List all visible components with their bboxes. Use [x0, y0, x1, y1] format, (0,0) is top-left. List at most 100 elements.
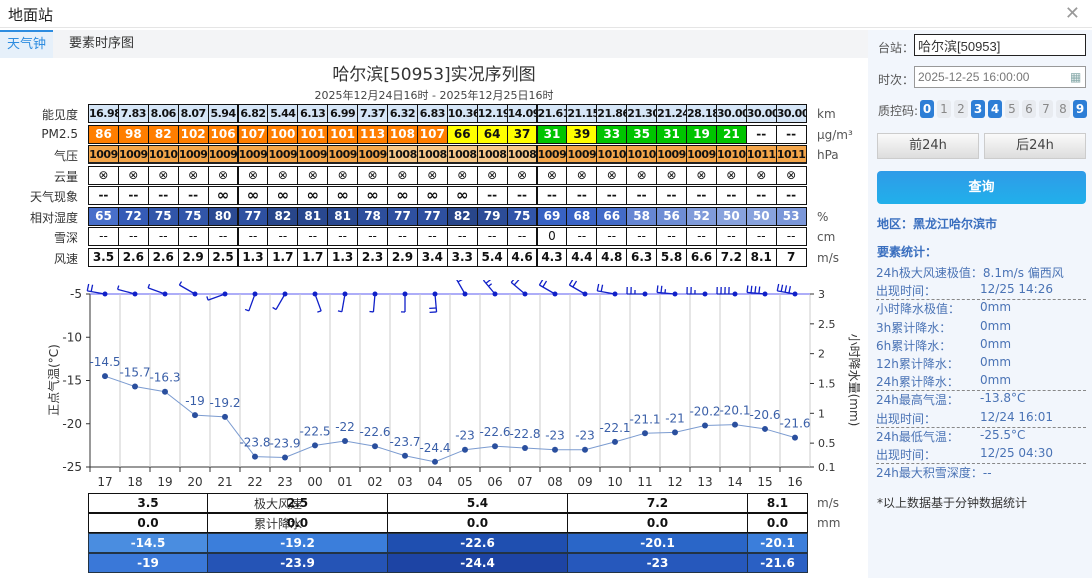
- next-24h-button[interactable]: 后24h: [984, 133, 1086, 159]
- x-tick-label: 01: [337, 475, 352, 489]
- x-tick-label: 05: [457, 475, 472, 489]
- temperature-point: [252, 453, 258, 460]
- x-tick-label: 21: [217, 475, 232, 489]
- qc-code-6[interactable]: 6: [1022, 100, 1036, 118]
- qc-label: 质控码:: [878, 104, 919, 118]
- temperature-label: -20.1: [719, 404, 750, 418]
- x-tick-label: 23: [277, 475, 292, 489]
- qc-code-1[interactable]: 1: [937, 100, 951, 118]
- pressure-cell: 1009: [327, 145, 359, 164]
- snow-depth-cell: --: [387, 227, 418, 246]
- y2-tick-label: 3: [818, 288, 825, 301]
- y-tick-label: -10: [62, 330, 82, 344]
- visibility-cell: 30.00: [715, 104, 747, 123]
- max-gust-cell: 7.2: [567, 493, 748, 513]
- cloud-cell: ⊗: [715, 165, 747, 185]
- temperature-label: -23: [545, 429, 565, 443]
- x-tick-label: 17: [97, 475, 112, 489]
- visibility-cell: 6.13: [297, 104, 329, 123]
- snow-depth-cell: --: [566, 227, 598, 246]
- visibility-cell: 21.15: [566, 104, 598, 123]
- qc-code-2[interactable]: 2: [954, 100, 968, 118]
- pm25-cell: 101: [297, 124, 329, 144]
- visibility-cell: 21.30: [626, 104, 658, 123]
- qc-code-0[interactable]: 0: [920, 100, 934, 118]
- cloud-cell: ⊗: [416, 165, 448, 185]
- snow-depth-cell: --: [147, 227, 179, 246]
- wind-barb: [312, 291, 322, 313]
- x-tick-label: 19: [157, 475, 172, 489]
- row-label-wind-speed: 风速: [53, 251, 78, 266]
- snow-depth-cell: --: [745, 227, 777, 246]
- close-icon[interactable]: ✕: [1065, 3, 1080, 24]
- x-tick-label: 07: [517, 475, 532, 489]
- pm25-cell: 113: [357, 124, 388, 144]
- weather-cell: --: [626, 186, 658, 205]
- pressure-cell: 1008: [446, 145, 478, 164]
- snow-depth-cell: --: [506, 227, 538, 246]
- x-tick-label: 09: [577, 475, 592, 489]
- humidity-cell: 65: [88, 206, 119, 226]
- temperature-point: [282, 454, 288, 461]
- temp-min-cell: -23: [567, 553, 748, 573]
- cloud-cell: ⊗: [745, 165, 777, 185]
- pressure-cell: 1009: [207, 145, 239, 164]
- humidity-cell: 66: [596, 206, 628, 226]
- wind-speed-cell: 4.3: [536, 247, 568, 267]
- weather-cell: --: [88, 186, 119, 205]
- accum-precip-cell: 0.0: [387, 513, 568, 533]
- visibility-cell: 30.00: [775, 104, 807, 123]
- stat-item: 24h极大风速极值：8.1m/s 偏西风: [876, 264, 1086, 282]
- humidity-cell: 77: [387, 206, 418, 226]
- pressure-cell: 1008: [506, 145, 538, 164]
- pm25-cell: --: [775, 124, 807, 144]
- temperature-label: -15.7: [119, 366, 150, 380]
- qc-code-8[interactable]: 8: [1056, 100, 1070, 118]
- wind-speed-cell: 6.3: [626, 247, 658, 267]
- temperature-point: [642, 430, 648, 437]
- qc-code-3[interactable]: 3: [971, 100, 985, 118]
- snow-depth-cell: --: [297, 227, 329, 246]
- humidity-cell: 75: [177, 206, 209, 226]
- temperature-point: [612, 438, 618, 445]
- calendar-icon[interactable]: ▦: [1070, 70, 1081, 84]
- qc-code-7[interactable]: 7: [1039, 100, 1053, 118]
- query-button[interactable]: 查询: [877, 171, 1086, 204]
- pm25-cell: 64: [476, 124, 508, 144]
- qc-code-5[interactable]: 5: [1005, 100, 1019, 118]
- stat-item: 24h累计降水： 0mm: [876, 373, 1086, 392]
- humidity-cell: 52: [686, 206, 717, 226]
- temperature-label: -20.6: [749, 408, 780, 422]
- pm25-cell: 35: [626, 124, 658, 144]
- tab-weather-clock[interactable]: 天气钟: [0, 30, 54, 58]
- x-tick-label: 20: [187, 475, 202, 489]
- weather-cell: ∞: [207, 186, 239, 205]
- prev-24h-button[interactable]: 前24h: [877, 133, 979, 159]
- weather-cell: ∞: [416, 186, 448, 205]
- weather-cell: --: [715, 186, 747, 205]
- wind-barb: [369, 291, 378, 313]
- station-input[interactable]: [914, 34, 1086, 56]
- y-tick-label: -20: [62, 417, 82, 431]
- cloud-cell: ⊗: [476, 165, 508, 185]
- y2-tick-label: 1: [818, 407, 825, 420]
- snow-depth-cell: --: [715, 227, 747, 246]
- temperature-point: [132, 383, 138, 390]
- qc-code-9[interactable]: 9: [1073, 100, 1087, 118]
- temperature-label: -20.2: [689, 404, 720, 418]
- tab-element-timeseries[interactable]: 要素时序图: [62, 30, 141, 58]
- y-tick-label: -25: [62, 460, 82, 474]
- row-label-pressure: 气压: [53, 149, 78, 163]
- wind-speed-cell: 3.4: [416, 247, 448, 267]
- wind-speed-cell: 4.8: [596, 247, 628, 267]
- time-input[interactable]: [914, 66, 1086, 88]
- temperature-point: [462, 446, 468, 453]
- qc-code-4[interactable]: 4: [988, 100, 1002, 118]
- cloud-cell: ⊗: [357, 165, 388, 185]
- weather-cell: ∞: [446, 186, 478, 205]
- cloud-cell: ⊗: [686, 165, 717, 185]
- temperature-point: [372, 443, 378, 450]
- stat-item: 24h最大积雪深度：--: [876, 464, 1086, 482]
- pressure-cell: 1011: [775, 145, 807, 164]
- stat-value: 0mm: [980, 336, 1012, 351]
